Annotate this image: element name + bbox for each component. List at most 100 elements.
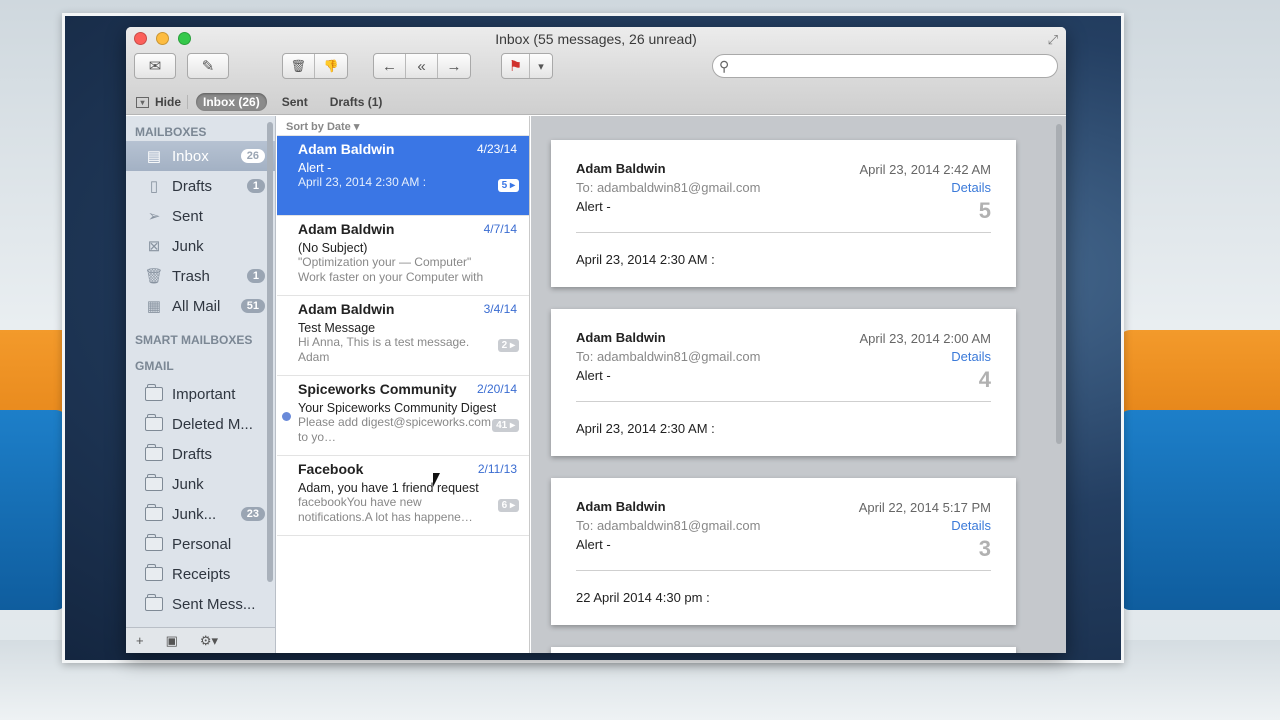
thread-position: 4 [978,367,991,392]
reply-button[interactable]: ← [374,54,406,78]
thread-count-badge[interactable]: 5 ▸ [497,179,519,192]
details-link[interactable]: Details [951,180,991,195]
card-body: April 23, 2014 2:30 AM : [576,421,715,436]
sidebar-item-label: Inbox [172,147,209,165]
sidebar-item-inbox[interactable]: ▤ Inbox 26 [126,141,275,171]
thread-count-badge[interactable]: 2 ▸ [497,339,519,352]
unread-badge: 26 [240,149,265,163]
mail-window: Inbox (55 messages, 26 unread) ⤢ ✉ ✎ 🗑 👎… [126,27,1066,653]
add-mailbox-button[interactable]: + [136,633,144,648]
search-input[interactable] [733,59,1057,73]
drafts-icon: ▯ [149,178,159,195]
sidebar-item-receipts[interactable]: Receipts [126,559,275,589]
gmail-header[interactable]: GMAIL [126,355,275,379]
favorite-drafts[interactable]: Drafts (1) [323,93,390,111]
message-row[interactable]: Adam Baldwin 4/23/14 Alert - April 23, 2… [277,136,529,216]
sidebar-item-label: Receipts [172,565,231,583]
message-row[interactable]: Adam Baldwin 4/7/14 (No Subject) "Optimi… [277,216,529,296]
message-subject: Your Spiceworks Community Digest [298,401,497,415]
thread-count-badge[interactable]: 6 ▸ [497,499,519,512]
delete-button[interactable]: 🗑 [283,54,315,78]
card-recipient: To: adambaldwin81@gmail.com [576,349,761,364]
search-field[interactable]: ⚲ [712,54,1058,78]
search-icon: ⚲ [719,57,730,74]
sidebar-item-all-mail[interactable]: ▦ All Mail 51 [126,291,275,321]
get-mail-button[interactable]: ✉ [134,53,176,79]
message-date: 2/11/13 [477,462,517,476]
message-card[interactable]: Adam Baldwin April 23, 2014 2:42 AM To: … [551,140,1016,287]
sidebar-scrollbar[interactable] [267,122,273,582]
sidebar-item-gmail-drafts[interactable]: Drafts [126,439,275,469]
thread-position: 5 [978,198,991,223]
message-row[interactable]: Spiceworks Community 2/20/14 Your Spicew… [277,376,529,456]
sidebar-item-sent-messages[interactable]: Sent Mess... [126,589,275,619]
message-subject: Test Message [298,321,376,335]
count-badge: 23 [240,507,265,521]
junk-button[interactable]: 👎 [315,54,347,78]
folder-icon [144,594,164,613]
message-date: 4/7/14 [483,222,517,236]
message-card[interactable]: Adam Baldwin April 22, 2014 5:17 PM To: … [551,478,1016,625]
sidebar-item-important[interactable]: Important [126,379,275,409]
inbox-icon: ▤ [146,148,162,165]
junk-icon: ⊠ [147,238,161,255]
sort-by-date-button[interactable]: Sort by Date ▾ [277,116,529,136]
message-row[interactable]: Facebook 2/11/13 Adam, you have 1 friend… [277,456,529,536]
sidebar-item-label: All Mail [172,297,221,315]
gear-icon[interactable]: ⚙▾ [200,633,218,649]
sidebar-item-label: Deleted M... [172,415,253,433]
forward-button[interactable]: → [438,54,470,78]
divider [576,570,991,571]
trash-icon: 🗑 [290,59,307,73]
message-preview: Hi Anna, This is a test message. Adam [298,335,470,364]
reading-pane: Adam Baldwin April 23, 2014 2:42 AM To: … [531,116,1066,653]
message-date: 4/23/14 [476,142,517,156]
message-preview: April 23, 2014 2:30 AM : [298,175,427,189]
details-link[interactable]: Details [951,518,991,533]
message-preview: Please add digest@spiceworks.com to yo… [298,415,491,444]
mouse-cursor-icon [433,473,440,487]
hide-mailboxes-button[interactable]: ▾ Hide [136,95,189,109]
compose-button[interactable]: ✎ [187,53,229,79]
smart-mailboxes-header[interactable]: SMART MAILBOXES [126,321,275,355]
photo-browser-button[interactable]: ▣ [166,633,178,649]
sidebar-item-gmail-junk-2[interactable]: Junk... 23 [126,499,275,529]
favorite-inbox[interactable]: Inbox (26) [196,93,267,111]
thread-count-badge[interactable]: 41 ▸ [492,419,519,432]
reply-all-button[interactable]: « [406,54,438,78]
flag-menu-button[interactable]: ▾ [530,54,552,78]
sidebar-item-deleted-messages[interactable]: Deleted M... [126,409,275,439]
sidebar-item-sent[interactable]: ➢ Sent [126,201,275,231]
reading-pane-scrollbar[interactable] [1056,124,1062,444]
sidebar-item-junk[interactable]: ⊠ Junk [126,231,275,261]
folder-icon [144,414,164,433]
desktop-decoration [0,410,66,610]
envelope-icon: ✉ [148,58,162,75]
sidebar-item-personal[interactable]: Personal [126,529,275,559]
reply-all-icon: « [417,57,426,75]
message-subject: (No Subject) [298,241,368,255]
sidebar-item-trash[interactable]: 🗑 Trash 1 [126,261,275,291]
folder-icon [144,474,164,493]
message-row[interactable]: Adam Baldwin 3/4/14 Test Message Hi Anna… [277,296,529,376]
sidebar-item-drafts[interactable]: ▯ Drafts 1 [126,171,275,201]
message-card-partial[interactable] [551,647,1016,653]
favorite-sent[interactable]: Sent [275,93,315,111]
reply-icon: ← [382,57,397,75]
card-date: April 23, 2014 2:42 AM [859,162,991,177]
sidebar-item-label: Junk... [172,505,217,523]
all-mail-icon: ▦ [146,298,162,315]
desktop-decoration [1120,410,1280,610]
message-card[interactable]: Adam Baldwin April 23, 2014 2:00 AM To: … [551,309,1016,456]
unread-dot-icon [282,412,291,421]
fullscreen-icon[interactable]: ⤢ [1048,32,1058,48]
reply-group: ← « → [373,53,471,79]
message-preview: "Optimization your — Computer" Work fast… [298,255,484,284]
sent-icon: ➢ [147,208,161,225]
favorites-bar: ▾ Hide Inbox (26) Sent Drafts (1) [136,93,389,111]
sidebar-item-label: Junk [172,475,204,493]
sidebar-item-gmail-junk[interactable]: Junk [126,469,275,499]
details-link[interactable]: Details [951,349,991,364]
flag-button[interactable]: ⚑ [502,54,530,78]
hide-label: Hide [155,95,182,109]
